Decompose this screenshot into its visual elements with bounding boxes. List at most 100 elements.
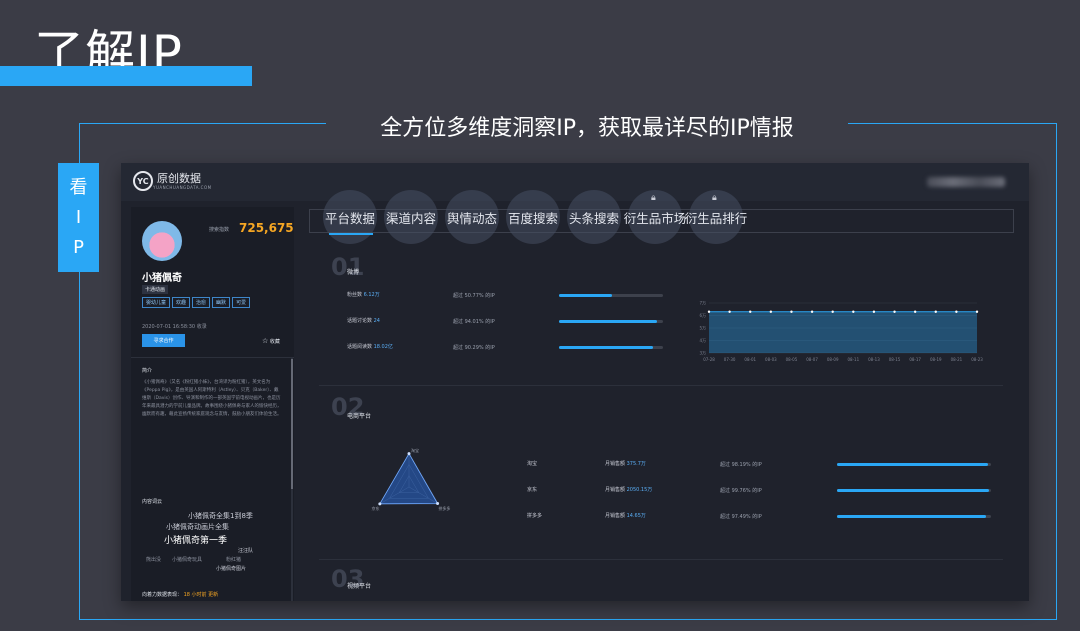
section-title-video: 视频平台: [347, 583, 372, 590]
data-point: [975, 310, 979, 313]
cloud-word: 小猪佩奇动画片全集: [166, 523, 229, 531]
cloud-word: 小猪佩奇全集1到8季: [188, 512, 253, 520]
find-cooperation-button[interactable]: 寻求合作: [142, 334, 185, 347]
x-tick-label: 08-17: [909, 357, 921, 362]
x-tick-label: 07-28: [703, 357, 715, 362]
search-index-value: 725,675: [239, 221, 294, 235]
area-fill: [709, 311, 977, 353]
data-point: [769, 310, 773, 313]
app-logo[interactable]: YC 原创数据 YUANCHUANGDATA.COM: [133, 171, 212, 191]
x-tick-label: 08-01: [744, 357, 756, 362]
active-tab-indicator: [329, 233, 373, 235]
metric-name: 话题讨论数: [347, 318, 373, 324]
ip-tags: 婴幼儿童 欢趣 治愈 幽默 可爱: [142, 297, 251, 308]
ecommerce-radar-chart: 淘宝京东 拼多多: [372, 447, 451, 511]
search-index-label: 搜索指数: [209, 227, 230, 233]
weibo-fans-label: 粉丝数 6.12万: [347, 291, 380, 298]
star-icon: ☆: [262, 337, 269, 345]
weibo-topic-discuss-percentile: 超过 94.01% 的IP: [453, 319, 495, 325]
bar-fill: [559, 294, 613, 297]
cloud-word: 小猪佩奇图片: [216, 566, 247, 572]
bar-fill: [837, 515, 987, 518]
divider: [131, 357, 294, 358]
y-tick-label: 3万: [699, 351, 706, 356]
tab-platform-data[interactable]: 平台数据: [323, 190, 377, 244]
jd-sales: 月销售额 2050.15万: [605, 486, 652, 493]
word-cloud: 小猪佩奇全集1到8季 小猪佩奇动画片全集 小猪佩奇第一季 汪汪队 小猪佩奇玩具 …: [142, 509, 282, 587]
metric-name: 粉丝数: [347, 292, 363, 298]
side-tab-char: P: [73, 236, 84, 258]
favorite-button[interactable]: ☆ 收藏: [262, 337, 280, 345]
logo-name: 原创数据: [157, 171, 201, 185]
y-tick-label: 5万: [699, 326, 706, 331]
footer-label: 向着力数据表现：: [142, 592, 183, 598]
x-tick-label: 08-09: [827, 357, 839, 362]
metric-value: 2050.15万: [626, 487, 653, 493]
data-point: [934, 310, 937, 313]
radar-data-point: [378, 502, 382, 506]
ip-avatar: [142, 221, 182, 261]
word-cloud-heading: 内容词云: [142, 499, 163, 505]
x-tick-label: 08-07: [806, 357, 818, 362]
tab-baidu-search[interactable]: 百度搜索: [506, 190, 560, 244]
data-point: [893, 310, 896, 313]
y-tick-label: 7万: [699, 301, 706, 306]
ip-tag[interactable]: 幽默: [212, 297, 231, 308]
logo-domain: YUANCHUANGDATA.COM: [153, 184, 212, 190]
ip-tag[interactable]: 治愈: [192, 297, 211, 308]
data-point: [852, 310, 855, 313]
frame-top-border-right: [848, 123, 1057, 124]
y-tick-label: 4万: [699, 338, 706, 343]
taobao-label: 淘宝: [527, 461, 538, 467]
tab-toutiao-search[interactable]: 头条搜索: [567, 190, 621, 244]
radar-data-point: [436, 501, 440, 505]
title-underline-bar: [0, 66, 252, 86]
x-tick-label: 08-23: [971, 357, 983, 362]
bar-fill: [837, 489, 990, 492]
x-tick-label: 08-05: [786, 357, 798, 362]
ip-profile-card: 搜索指数 725,675 小猪佩奇 卡通动画 婴幼儿童 欢趣 治愈 幽默 可爱 …: [131, 207, 294, 601]
lock-icon: 🔒︎: [712, 193, 717, 203]
weibo-topic-read-percentile: 超过 90.29% 的IP: [453, 345, 495, 351]
ip-tag[interactable]: 可爱: [232, 297, 251, 308]
cloud-word: 熊出没: [146, 557, 162, 563]
collected-date: 2020-07-01 16:58:30 收录: [142, 324, 207, 330]
ip-tag[interactable]: 欢趣: [172, 297, 191, 308]
weibo-trend-area-chart: 7万 6万 5万 4万 3万07-28 07-30 08-01 08-03 08-05 08-07…: [699, 301, 983, 363]
weibo-topic-read-bar: [559, 346, 663, 349]
taobao-bar: [837, 463, 991, 466]
user-account-blurred[interactable]: [927, 177, 1005, 187]
radar-axis-label: 京东: [372, 505, 380, 511]
frame-top-border-left: [79, 123, 326, 124]
metric-value: 14.65万: [626, 513, 646, 519]
intro-heading: 简介: [142, 368, 153, 374]
taobao-sales: 月销售额 375.7万: [605, 460, 646, 467]
data-update-footer: 向着力数据表现： 18 小时前 更新: [142, 591, 218, 598]
weibo-topic-discuss-label: 话题讨论数 24: [347, 317, 380, 324]
x-tick-label: 08-11: [847, 357, 859, 362]
footer-value: 18 小时前 更新: [183, 592, 219, 598]
tab-channel-content[interactable]: 渠道内容: [384, 190, 438, 244]
x-tick-label: 08-15: [889, 357, 901, 362]
data-point: [913, 310, 917, 313]
pinduoduo-sales: 月销售额 14.65万: [605, 512, 646, 519]
ip-name: 小猪佩奇: [142, 273, 182, 284]
x-tick-label: 07-30: [724, 357, 736, 362]
section-divider: [319, 385, 1003, 386]
bar-fill: [837, 463, 988, 466]
x-tick-label: 08-13: [868, 357, 880, 362]
intro-text: 《小猪佩奇》（又名《粉红猪小妹》，台湾译为粉红猪），英文名为《Peppa Pig…: [142, 380, 282, 417]
tab-public-opinion[interactable]: 舆情动态: [445, 190, 499, 244]
data-point: [749, 310, 752, 313]
data-point: [707, 310, 711, 313]
ip-tag[interactable]: 婴幼儿童: [142, 297, 171, 308]
metric-name: 月销售额: [605, 461, 626, 467]
y-tick-label: 6万: [699, 313, 706, 318]
pinduoduo-bar: [837, 515, 991, 518]
bar-fill: [559, 346, 653, 349]
metric-value: 6.12万: [363, 292, 380, 298]
app-topbar: YC 原创数据 YUANCHUANGDATA.COM: [121, 163, 1029, 201]
data-point: [810, 310, 814, 313]
data-point: [728, 310, 731, 313]
profile-scrollbar-thumb[interactable]: [291, 359, 293, 489]
